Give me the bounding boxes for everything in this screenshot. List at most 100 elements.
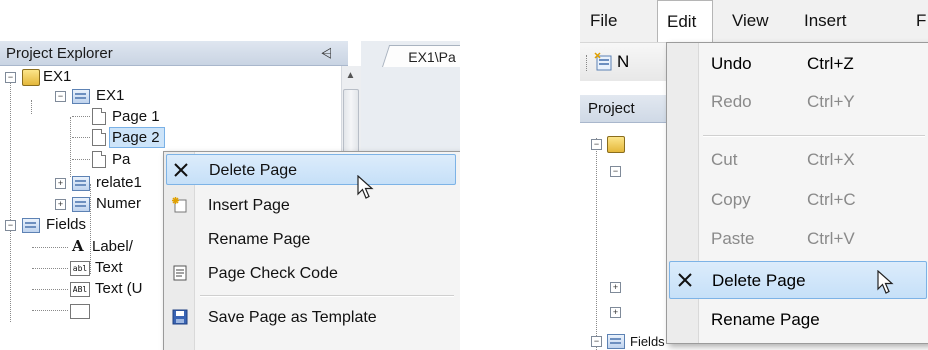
- page-context-menu: Delete Page Insert Page Rename Page Page…: [163, 151, 460, 350]
- tree-item-text-upper[interactable]: Text (U: [95, 279, 143, 298]
- tree-item-page1[interactable]: Page 1: [112, 107, 160, 126]
- menu-item-label: Undo: [711, 54, 752, 73]
- edit-menu-dropdown: Undo Ctrl+Z Redo Ctrl+Y Cut Ctrl+X Copy …: [666, 42, 928, 344]
- mouse-cursor-icon: [357, 175, 374, 199]
- menu-item-shortcut: Ctrl+X: [807, 150, 855, 169]
- menu-item-shortcut: Ctrl+Z: [807, 54, 854, 73]
- menu-format[interactable]: F: [916, 0, 926, 42]
- expand-toggle[interactable]: +: [610, 282, 621, 293]
- menu-item-shortcut: Ctrl+V: [807, 229, 855, 248]
- menu-item-redo[interactable]: Redo Ctrl+Y: [669, 83, 927, 121]
- tree-item-numer[interactable]: Numer: [96, 194, 141, 213]
- menu-view[interactable]: View: [732, 0, 769, 42]
- menu-item-label: Paste: [711, 229, 755, 248]
- expand-toggle[interactable]: +: [610, 307, 621, 318]
- menu-file[interactable]: File: [590, 0, 617, 42]
- menu-separator: [703, 135, 925, 137]
- menu-item-label: Page Check Code: [208, 265, 338, 282]
- scroll-up-arrow[interactable]: ▲: [341, 68, 360, 84]
- menu-item-insert-page[interactable]: Insert Page: [166, 190, 456, 221]
- page-icon: [92, 151, 106, 168]
- check-code-icon: [173, 265, 187, 281]
- menu-item-rename-page[interactable]: Rename Page: [669, 301, 927, 339]
- tree-line: [32, 268, 68, 269]
- menu-item-label: Rename Page: [208, 231, 311, 248]
- project-icon: [607, 136, 625, 153]
- collapse-toggle[interactable]: −: [5, 72, 16, 83]
- insert-page-icon: [172, 197, 187, 213]
- menu-item-delete-page[interactable]: Delete Page: [166, 154, 456, 185]
- tree-item-root[interactable]: EX1: [43, 67, 71, 86]
- toolbar-grip: [586, 55, 589, 71]
- toolbar-new-label: N: [617, 52, 630, 71]
- new-project-icon[interactable]: [594, 52, 614, 72]
- menu-bar: File Edit View Insert F: [580, 0, 928, 43]
- tree-line: [32, 289, 68, 290]
- form-icon: [72, 176, 90, 191]
- menu-item-label: Copy: [711, 190, 751, 209]
- tree-line: [72, 159, 90, 160]
- menu-item-label: Save Page as Template: [208, 309, 377, 326]
- delete-x-icon: [678, 273, 692, 287]
- menu-item-label: Redo: [711, 92, 752, 111]
- menu-separator: [200, 295, 454, 297]
- menu-insert[interactable]: Insert: [804, 0, 847, 42]
- menu-item-label: Delete Page: [712, 271, 806, 290]
- menu-item-undo[interactable]: Undo Ctrl+Z: [669, 45, 927, 83]
- page-icon: [92, 108, 106, 125]
- expand-toggle[interactable]: +: [55, 178, 66, 189]
- tree-item-page2-label: Page 2: [112, 129, 160, 146]
- menu-item-label: Cut: [711, 150, 738, 169]
- tree-item-form[interactable]: EX1: [96, 86, 124, 105]
- tree-line: [32, 310, 68, 311]
- mouse-cursor-icon: [877, 270, 894, 294]
- page-icon: [92, 129, 106, 146]
- form-icon: [22, 218, 40, 233]
- form-icon: [607, 334, 625, 349]
- textbox-icon: abl: [70, 261, 90, 276]
- tree-item-fields[interactable]: Fields: [630, 332, 665, 350]
- menu-item-page-check-code[interactable]: Page Check Code: [166, 258, 456, 289]
- menu-item-label: Rename Page: [711, 310, 820, 329]
- menu-item-rename-page[interactable]: Rename Page: [166, 224, 456, 255]
- document-tab-label: EX1\Pa: [408, 49, 456, 65]
- tree-item-label[interactable]: Label/: [92, 237, 133, 256]
- menu-item-paste[interactable]: Paste Ctrl+V: [669, 220, 927, 258]
- project-explorer-title: Project Explorer: [0, 41, 348, 66]
- menu-item-save-as-template[interactable]: Save Page as Template: [166, 302, 456, 333]
- collapse-toggle[interactable]: −: [591, 336, 602, 347]
- menu-edit[interactable]: Edit: [657, 0, 713, 42]
- collapse-toggle[interactable]: −: [610, 166, 621, 177]
- save-disk-icon: [172, 309, 188, 325]
- tree-item-relate[interactable]: relate1: [96, 173, 142, 192]
- tree-line: [31, 100, 32, 114]
- menu-item-label: Delete Page: [209, 162, 298, 179]
- form-icon: [72, 197, 90, 212]
- tree-line: [596, 138, 597, 350]
- collapse-toggle[interactable]: −: [55, 91, 66, 102]
- left-screenshot: Project Explorer ⩤ − EX1 − EX1 Page 1 Pa…: [0, 41, 460, 350]
- label-field-icon: A: [72, 237, 84, 255]
- tree-line: [10, 82, 11, 322]
- menu-item-cut[interactable]: Cut Ctrl+X: [669, 141, 927, 179]
- menu-item-shortcut: Ctrl+C: [807, 190, 856, 209]
- uppercase-textbox-icon: ABl: [70, 282, 90, 297]
- tree-line: [72, 116, 90, 117]
- tree-item-text[interactable]: Text: [95, 258, 123, 277]
- collapse-toggle[interactable]: −: [5, 220, 16, 231]
- pin-icon[interactable]: ⩤: [321, 41, 332, 66]
- tree-line: [72, 137, 90, 138]
- document-tab[interactable]: EX1\Pa: [382, 45, 460, 67]
- tree-line: [32, 247, 68, 248]
- field-icon: [70, 304, 90, 319]
- tree-item-page3[interactable]: Pa: [112, 150, 130, 169]
- menu-item-copy[interactable]: Copy Ctrl+C: [669, 181, 927, 219]
- tree-line: [90, 184, 91, 274]
- menu-item-label: Insert Page: [208, 197, 290, 214]
- collapse-toggle[interactable]: −: [591, 139, 602, 150]
- tree-item-fields[interactable]: Fields: [46, 215, 86, 234]
- tree-item-page2-selected[interactable]: Page 2: [109, 127, 165, 148]
- expand-toggle[interactable]: +: [55, 199, 66, 210]
- project-icon: [22, 69, 40, 86]
- menu-item-shortcut: Ctrl+Y: [807, 92, 855, 111]
